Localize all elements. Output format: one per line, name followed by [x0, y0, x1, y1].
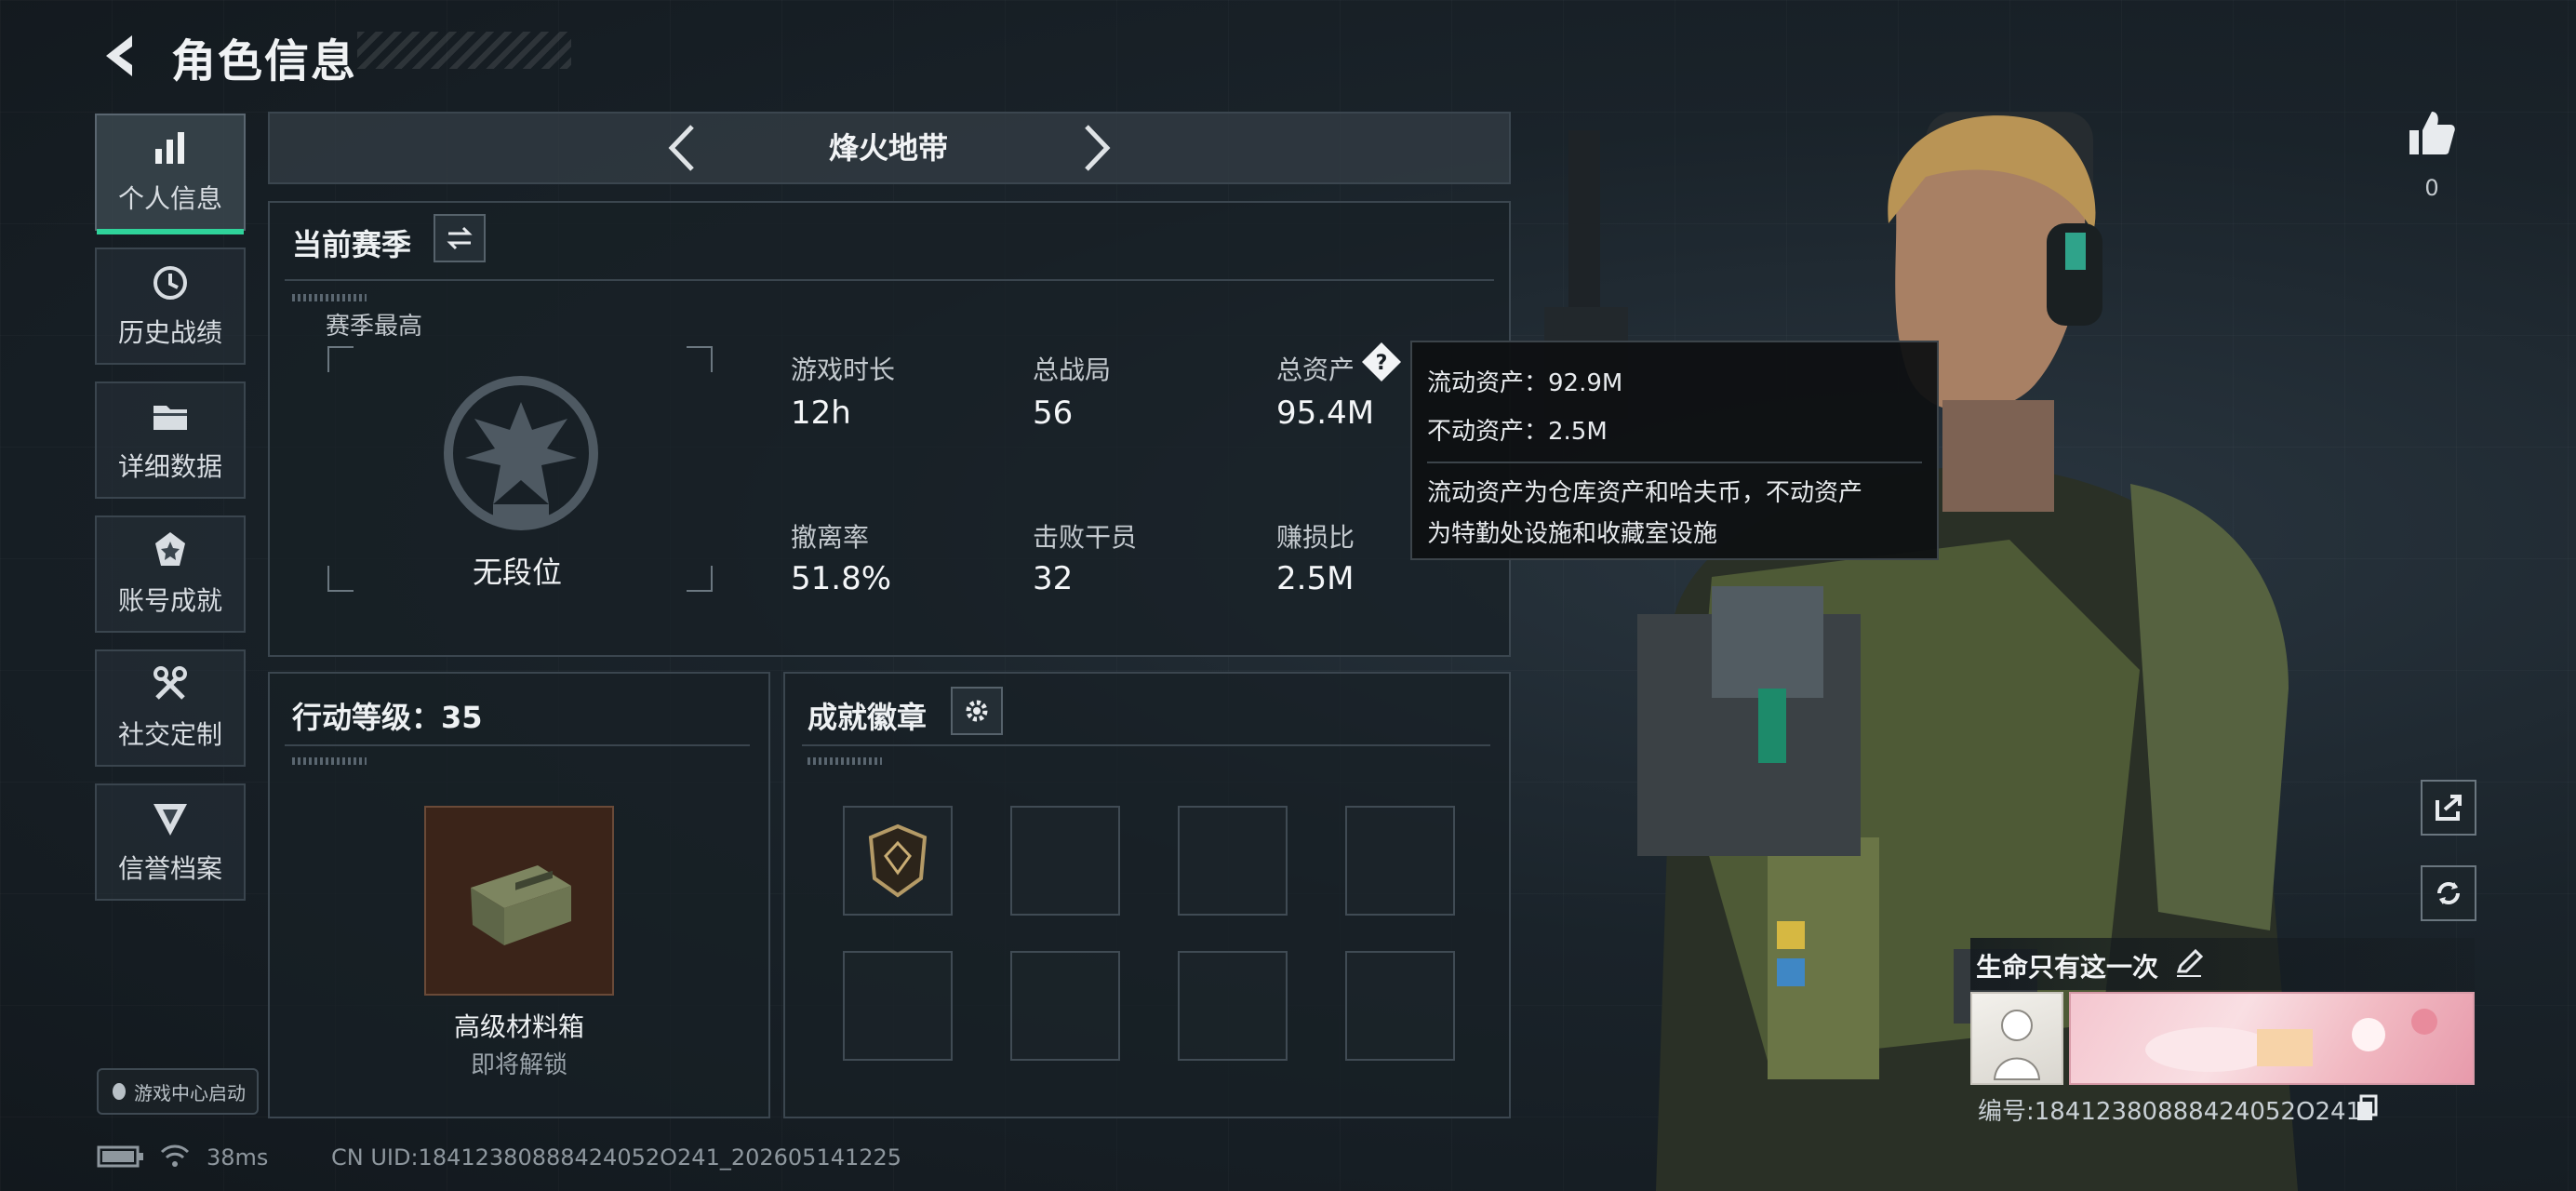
reward-name: 高级材料箱	[453, 1011, 584, 1042]
page-title: 角色信息	[171, 35, 358, 87]
nav-achievements[interactable]: 账号成就	[95, 515, 246, 633]
game-center-launch-button[interactable]: 游戏中心启动	[97, 1068, 259, 1115]
season-switch-button[interactable]	[434, 214, 486, 262]
title-decoration	[357, 32, 571, 69]
stat-label: 撤离率	[791, 522, 870, 553]
stat-label: 游戏时长	[791, 355, 896, 385]
badge-slot[interactable]	[843, 806, 953, 916]
nav-label: 历史战绩	[117, 317, 222, 348]
shield-emblem-icon	[153, 804, 187, 836]
badge-slot[interactable]	[1010, 951, 1120, 1061]
help-icon[interactable]: ?	[1360, 341, 1403, 383]
stat-label: 总资产	[1276, 355, 1355, 385]
assets-tooltip: 流动资产：92.9M 不动资产：2.5M 流动资产为仓库资产和哈夫币，不动资产 …	[1410, 341, 1939, 560]
stat-value: 56	[1033, 395, 1074, 432]
folder-icon	[153, 406, 187, 430]
stat-value: 12h	[791, 395, 851, 432]
player-uid: CN UID:18412380888424052O241_20260514122…	[331, 1144, 902, 1171]
battery-icon	[97, 1145, 143, 1168]
edit-pencil-icon[interactable]	[2173, 947, 2205, 979]
tooltip-description-1: 流动资产为仓库资产和哈夫币，不动资产	[1427, 479, 1863, 507]
penguin-icon	[113, 1083, 126, 1100]
tooltip-description-2: 为特勤处设施和收藏室设施	[1427, 520, 1718, 548]
chevron-left-icon[interactable]	[651, 115, 716, 181]
card-id: 编号:18412380888424052O241	[1978, 1098, 2362, 1126]
thumbs-up-icon[interactable]	[2406, 108, 2458, 160]
rank-name: 无段位	[473, 555, 563, 590]
swap-icon	[447, 226, 473, 250]
badges-settings-button[interactable]	[951, 687, 1003, 735]
stat-label: 击败干员	[1033, 522, 1138, 553]
badge-slot[interactable]	[1178, 951, 1288, 1061]
stat-label: 赚损比	[1276, 522, 1355, 553]
decor-dots	[292, 294, 367, 301]
divider	[285, 279, 1494, 281]
tools-icon	[153, 666, 187, 700]
stat-value: 95.4M	[1276, 395, 1375, 432]
decor-dots	[292, 757, 367, 765]
badges-title: 成就徽章	[808, 700, 928, 735]
avatar[interactable]	[1970, 992, 2063, 1085]
nav-label: 详细数据	[117, 451, 222, 482]
nav-label: 信誉档案	[117, 853, 222, 884]
mode-title: 烽火地带	[828, 130, 948, 166]
stat-label: 总战局	[1033, 355, 1112, 385]
nav-detail-data[interactable]: 详细数据	[95, 381, 246, 499]
badge-slot[interactable]	[1345, 951, 1455, 1061]
share-button[interactable]	[2421, 780, 2476, 836]
wifi-icon	[160, 1144, 190, 1167]
refresh-icon	[2437, 882, 2460, 904]
stat-value: 51.8%	[791, 560, 892, 597]
back-arrow-icon[interactable]	[93, 28, 149, 84]
stat-value: 32	[1033, 560, 1074, 597]
divider	[285, 744, 750, 746]
badge-slot[interactable]	[843, 951, 953, 1061]
reward-status: 即将解锁	[470, 1051, 567, 1079]
tooltip-fixed-assets: 不动资产：2.5M	[1427, 418, 1608, 446]
nav-personal-info[interactable]: 个人信息	[95, 114, 246, 234]
card-banner[interactable]	[2069, 992, 2475, 1085]
divider	[802, 744, 1490, 746]
badge-slot[interactable]	[1178, 806, 1288, 916]
material-crate-icon	[471, 865, 571, 945]
card-title: 生命只有这一次	[1976, 952, 2159, 983]
banner-dessert-image	[2145, 1009, 2437, 1072]
medal-icon	[155, 532, 185, 566]
refresh-button[interactable]	[2421, 865, 2476, 921]
ping-value: 38ms	[207, 1144, 269, 1171]
level-title: 行动等级：35	[292, 700, 483, 735]
badge-emblem-icon	[868, 823, 928, 898]
rank-emblem-icon	[444, 376, 598, 530]
bar-chart-icon	[155, 132, 184, 164]
copy-icon[interactable]	[2354, 1094, 2380, 1122]
reward-item-box[interactable]	[424, 806, 614, 996]
nav-history[interactable]: 历史战绩	[95, 248, 246, 365]
season-best-label: 赛季最高	[326, 313, 423, 341]
history-clock-icon	[153, 266, 187, 300]
nav-social-custom[interactable]: 社交定制	[95, 649, 246, 767]
launch-label: 游戏中心启动	[134, 1081, 246, 1104]
badge-slot[interactable]	[1010, 806, 1120, 916]
svg-text:?: ?	[1376, 352, 1388, 375]
nav-label: 个人信息	[117, 183, 222, 214]
gear-icon	[966, 700, 988, 722]
nav-label: 社交定制	[117, 719, 222, 750]
badge-slot[interactable]	[1345, 806, 1455, 916]
stat-value: 2.5M	[1276, 560, 1355, 597]
like-count: 0	[2424, 175, 2439, 201]
decor-dots	[808, 757, 882, 765]
share-icon	[2436, 795, 2462, 821]
nav-label: 账号成就	[117, 585, 222, 616]
avatar-character-image	[1993, 1010, 2041, 1080]
chevron-right-icon[interactable]	[1062, 115, 1128, 181]
nav-credit-file[interactable]: 信誉档案	[95, 783, 246, 901]
season-title: 当前赛季	[292, 227, 412, 262]
tooltip-liquid-assets: 流动资产：92.9M	[1427, 369, 1623, 397]
